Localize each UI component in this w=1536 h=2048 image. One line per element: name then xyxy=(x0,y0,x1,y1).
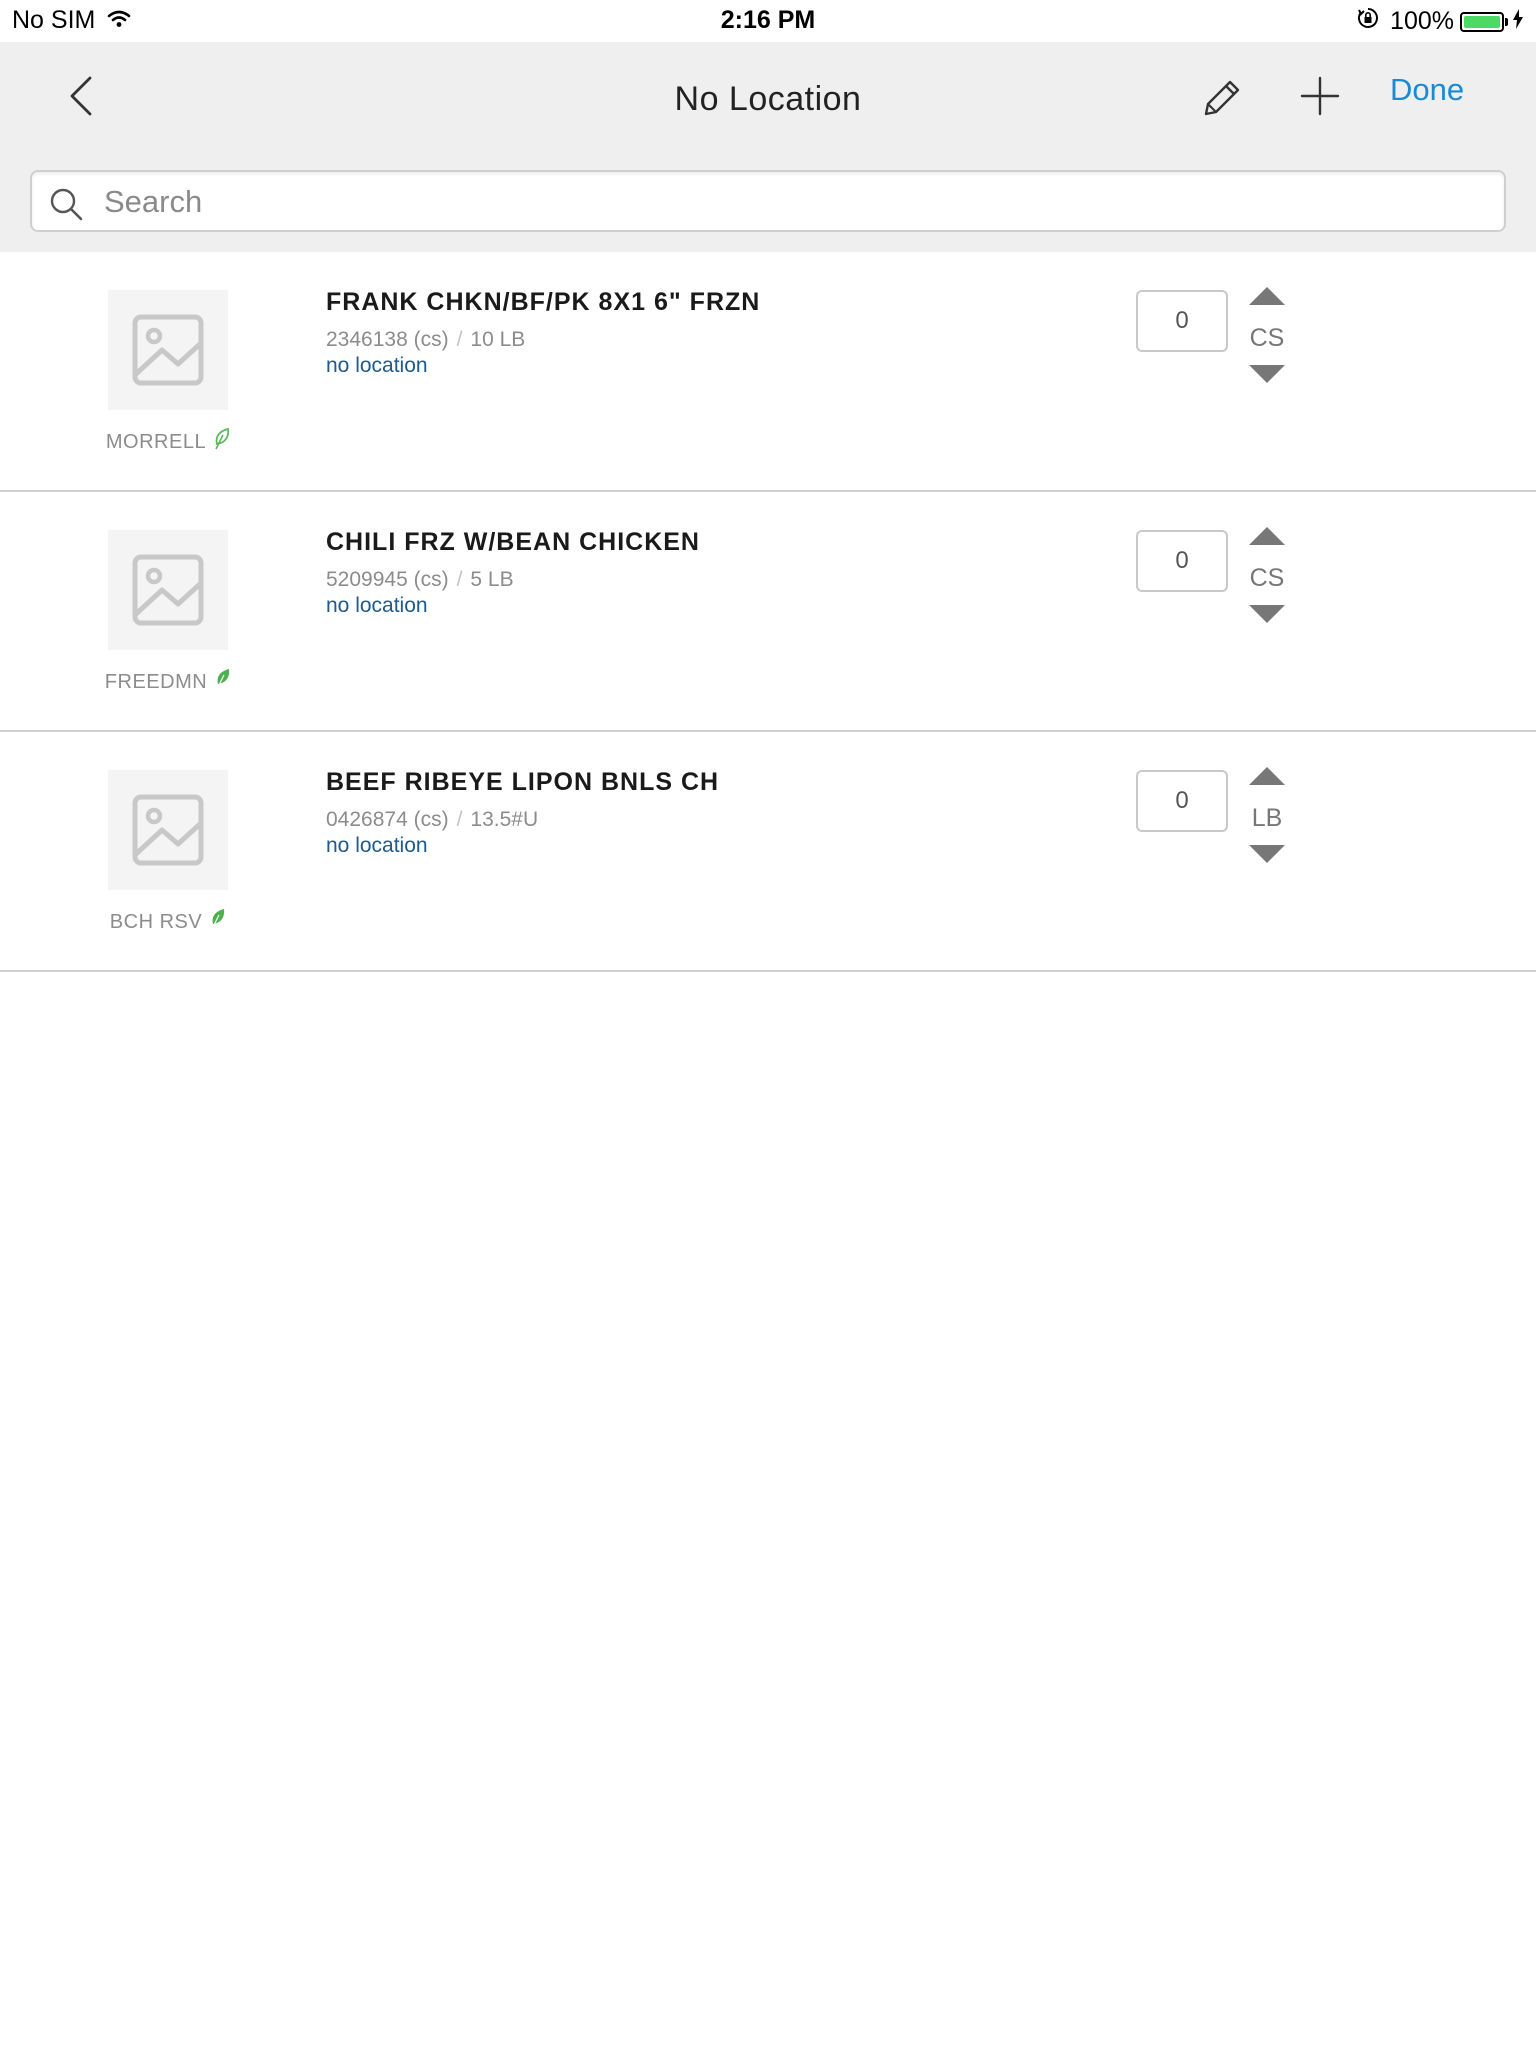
brand-name: MORRELL xyxy=(105,431,207,453)
quantity-decrement-button[interactable] xyxy=(1248,604,1286,624)
image-placeholder-icon xyxy=(132,314,204,386)
triangle-up-icon xyxy=(1249,767,1285,785)
list-item[interactable]: BCH RSV BEEF RIBEYE LIPON BNLS CH 042687… xyxy=(0,732,1536,972)
triangle-up-icon xyxy=(1249,527,1285,545)
product-pack: 13.5#U xyxy=(470,808,539,831)
brand-name: BCH RSV xyxy=(109,911,203,933)
triangle-up-icon xyxy=(1249,287,1285,305)
unit-label: LB xyxy=(1251,804,1283,832)
triangle-down-icon xyxy=(1249,845,1285,863)
list-item[interactable]: FREEDMN CHILI FRZ W/BEAN CHICKEN 5209945… xyxy=(0,492,1536,732)
quantity-decrement-button[interactable] xyxy=(1248,364,1286,384)
search-bar[interactable] xyxy=(30,170,1506,232)
plus-icon xyxy=(1300,76,1340,116)
unit-label: CS xyxy=(1249,324,1285,352)
leaf-icon xyxy=(215,668,231,696)
product-location[interactable]: no location xyxy=(326,834,428,858)
battery-percent: 100% xyxy=(1390,7,1454,35)
nav-bar: No Location Done xyxy=(0,42,1536,252)
quantity-increment-button[interactable] xyxy=(1248,766,1286,786)
product-image-placeholder xyxy=(108,530,228,650)
status-bar: No SIM 2:16 PM 100% xyxy=(0,0,1536,42)
brand-name: FREEDMN xyxy=(104,671,208,693)
list-item[interactable]: MORRELL FRANK CHKN/BF/PK 8X1 6" FRZN 234… xyxy=(0,252,1536,492)
product-pack: 5 LB xyxy=(470,568,514,591)
image-placeholder-icon xyxy=(132,794,204,866)
search-icon xyxy=(50,188,83,221)
leaf-outline-icon xyxy=(214,427,230,456)
quantity-input[interactable] xyxy=(1136,290,1228,352)
clock: 2:16 PM xyxy=(720,6,816,34)
triangle-down-icon xyxy=(1249,605,1285,623)
product-code: 2346138 (cs) xyxy=(326,328,449,351)
product-meta: 0426874 (cs)/13.5#U xyxy=(326,808,539,831)
quantity-input[interactable] xyxy=(1136,530,1228,592)
brand-label: MORRELL xyxy=(60,427,276,456)
add-button[interactable] xyxy=(1296,68,1344,124)
pencil-icon xyxy=(1204,80,1240,116)
image-placeholder-icon xyxy=(132,554,204,626)
product-pack: 10 LB xyxy=(470,328,526,351)
battery-icon xyxy=(1460,11,1508,32)
product-meta: 5209945 (cs)/5 LB xyxy=(326,568,514,591)
product-location[interactable]: no location xyxy=(326,354,428,378)
orientation-lock-icon xyxy=(1356,6,1380,37)
status-right: 100% xyxy=(1346,6,1524,37)
product-image-placeholder xyxy=(108,770,228,890)
quantity-decrement-button[interactable] xyxy=(1248,844,1286,864)
done-button[interactable]: Done xyxy=(1390,72,1464,108)
triangle-down-icon xyxy=(1249,365,1285,383)
product-name: BEEF RIBEYE LIPON BNLS CH xyxy=(326,768,720,796)
product-list: MORRELL FRANK CHKN/BF/PK 8X1 6" FRZN 234… xyxy=(0,252,1536,972)
search-input[interactable] xyxy=(102,178,1486,226)
product-name: FRANK CHKN/BF/PK 8X1 6" FRZN xyxy=(326,288,761,316)
product-name: CHILI FRZ W/BEAN CHICKEN xyxy=(326,528,700,556)
product-code: 0426874 (cs) xyxy=(326,808,449,831)
brand-label: BCH RSV xyxy=(60,908,276,936)
product-code: 5209945 (cs) xyxy=(326,568,449,591)
charging-icon xyxy=(1512,7,1524,36)
product-meta: 2346138 (cs)/10 LB xyxy=(326,328,526,351)
product-location[interactable]: no location xyxy=(326,594,428,618)
brand-label: FREEDMN xyxy=(60,668,276,696)
unit-label: CS xyxy=(1249,564,1285,592)
quantity-increment-button[interactable] xyxy=(1248,526,1286,546)
leaf-icon xyxy=(210,908,226,936)
battery-fill xyxy=(1464,15,1500,28)
edit-button[interactable] xyxy=(1196,68,1244,124)
quantity-input[interactable] xyxy=(1136,770,1228,832)
quantity-increment-button[interactable] xyxy=(1248,286,1286,306)
product-image-placeholder xyxy=(108,290,228,410)
